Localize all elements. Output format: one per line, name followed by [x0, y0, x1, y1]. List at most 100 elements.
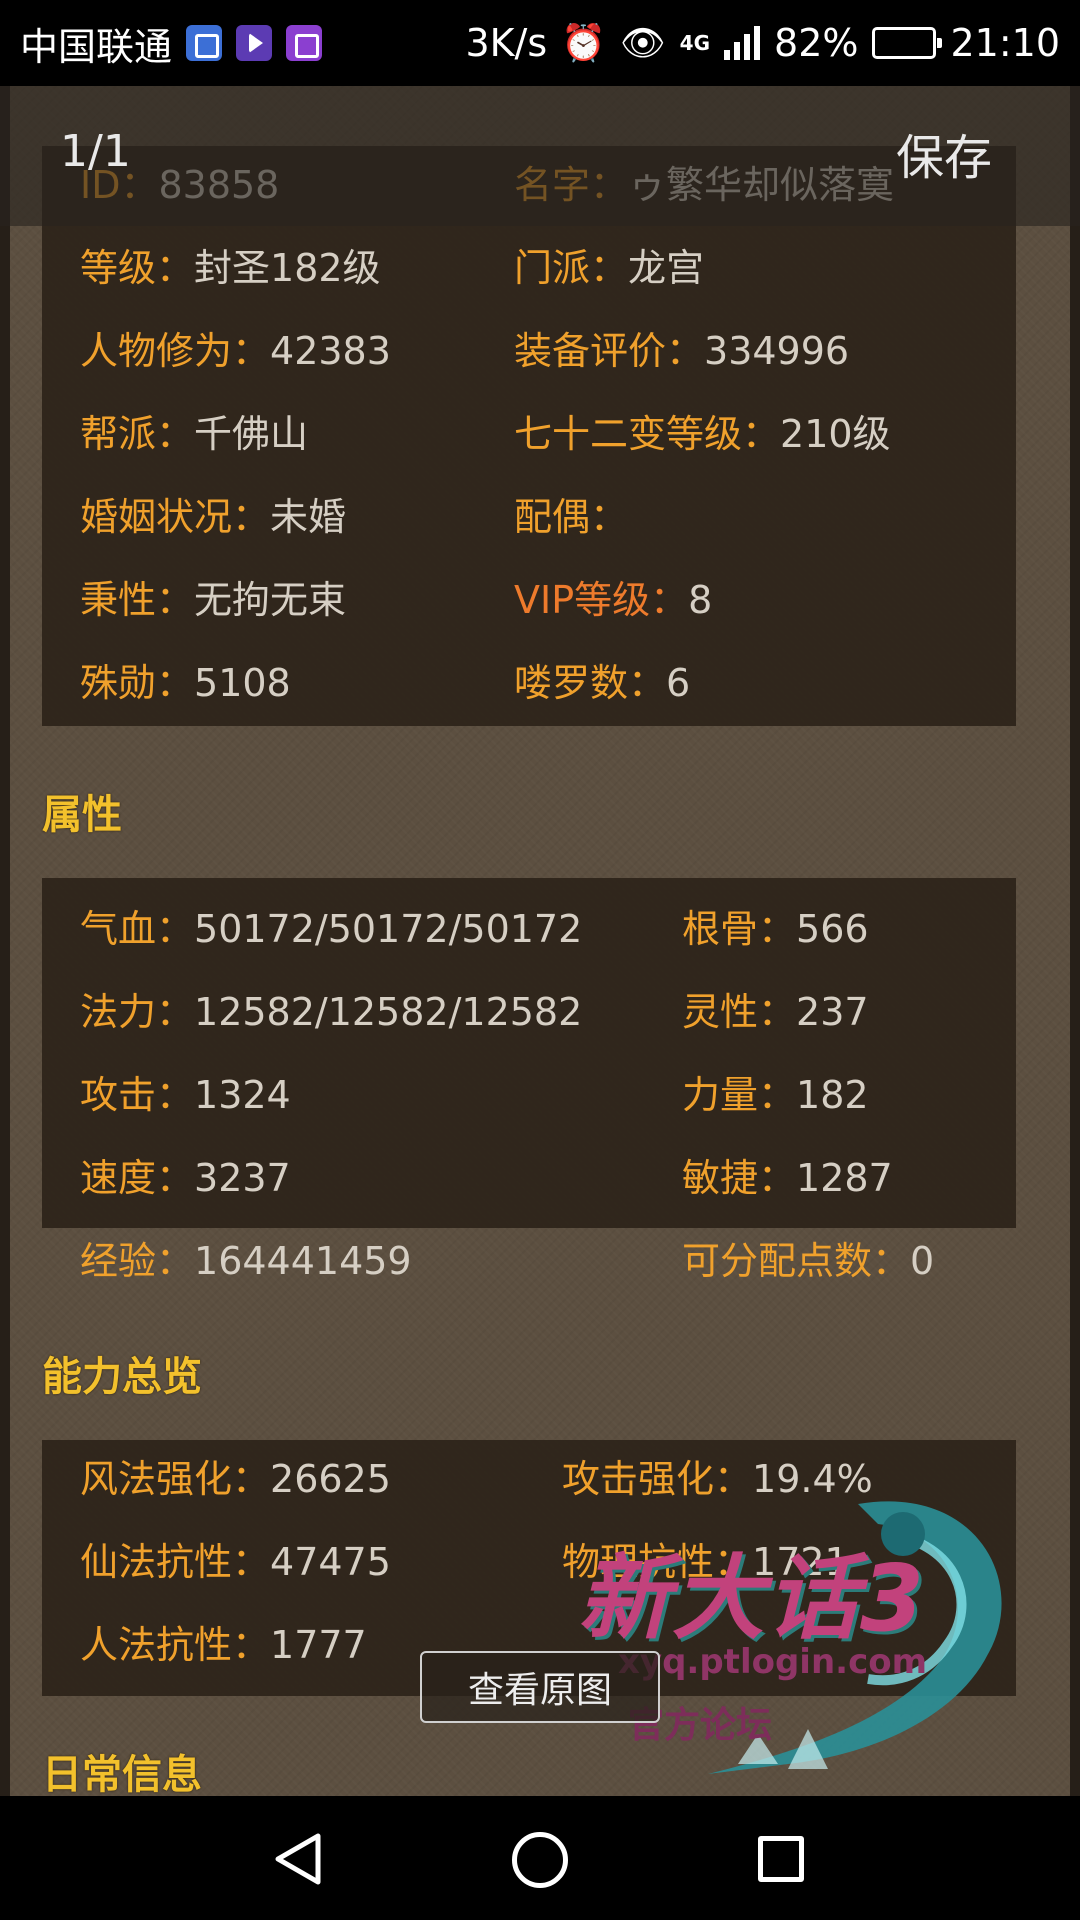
attribute-field-value: 50172/50172/50172: [194, 907, 583, 951]
basic-info-field-value: 无拘无束: [194, 578, 347, 622]
basic-info-field-right: 七十二变等级：210级: [514, 403, 891, 458]
basic-info-field-label: 人物修为：: [80, 329, 271, 373]
basic-info-panel: ID：83858名字：ゥ繁华却似落寞等级：封圣182级门派：龙宫人物修为：423…: [42, 146, 1016, 726]
attribute-field-label: 可分配点数：: [682, 1239, 911, 1283]
basic-info-field-value: 未婚: [270, 495, 347, 539]
ability-field-value: 1777: [270, 1623, 367, 1667]
basic-info-field-label: VIP等级：: [514, 578, 689, 622]
carrier-label: 中国联通: [20, 24, 173, 69]
basic-info-field-value: 334996: [704, 329, 850, 373]
watermark-title: 新大话3: [578, 1545, 927, 1652]
attribute-field-right: 力量：182: [682, 1064, 869, 1119]
attribute-field-right: 根骨：566: [682, 898, 869, 953]
basic-info-field-left: 婚姻状况：未婚: [80, 486, 346, 541]
ability-field-left: 仙法抗性：47475: [80, 1531, 391, 1586]
basic-info-field-left: 帮派：千佛山: [80, 403, 308, 458]
status-right: 3K/s ⏰ 👁 4G 82% 21:10: [465, 21, 1060, 65]
attribute-field-value: 182: [796, 1073, 869, 1117]
image-viewer[interactable]: ID：83858名字：ゥ繁华却似落寞等级：封圣182级门派：龙宫人物修为：423…: [0, 86, 1080, 1796]
alarm-icon: ⏰: [561, 23, 606, 64]
status-bar: 中国联通 3K/s ⏰ 👁 4G 82% 21:10: [0, 0, 1080, 86]
basic-info-field-value: 42383: [270, 329, 391, 373]
character-info-background: ID：83858名字：ゥ繁华却似落寞等级：封圣182级门派：龙宫人物修为：423…: [10, 86, 1070, 1796]
basic-info-field-value: 封圣182级: [194, 246, 381, 290]
basic-info-field-label: 殊勋：: [80, 661, 195, 705]
attribute-field-label: 敏捷：: [682, 1156, 797, 1200]
attribute-field-value: 1324: [194, 1073, 291, 1117]
basic-info-field-label: 装备评价：: [514, 329, 705, 373]
attribute-field-left: 气血：50172/50172/50172: [80, 898, 582, 953]
attribute-field-value: 237: [796, 990, 869, 1034]
basic-info-field-value: 5108: [194, 661, 291, 705]
basic-info-field-right: 装备评价：334996: [514, 320, 849, 375]
basic-info-field-left: 秉性：无拘无束: [80, 569, 346, 624]
basic-info-field-left: 殊勋：5108: [80, 652, 291, 707]
battery-percent: 82%: [774, 21, 859, 65]
basic-info-field-label: 秉性：: [80, 578, 195, 622]
attribute-field-label: 根骨：: [682, 907, 797, 951]
attribute-field-left: 经验：164441459: [80, 1230, 412, 1285]
basic-info-field-label: 配偶：: [514, 495, 629, 539]
attribute-field-label: 攻击：: [80, 1073, 195, 1117]
basic-info-field-label: 喽罗数：: [514, 661, 667, 705]
attribute-field-right: 可分配点数：0: [682, 1230, 934, 1285]
attribute-field-right: 敏捷：1287: [682, 1147, 893, 1202]
ability-field-label: 仙法抗性：: [80, 1540, 271, 1584]
navigation-bar: [0, 1796, 1080, 1920]
ability-section-title: 能力总览: [42, 1354, 202, 1400]
attribute-field-value: 1287: [796, 1156, 893, 1200]
basic-info-field-label: 等级：: [80, 246, 195, 290]
daily-section-title: 日常信息: [42, 1752, 202, 1796]
home-icon[interactable]: [512, 1832, 568, 1888]
basic-info-field-value: 龙宫: [628, 246, 705, 290]
basic-info-field-left: 等级：封圣182级: [80, 237, 381, 292]
basic-info-field-right: VIP等级：8: [514, 569, 712, 624]
attribute-field-value: 566: [796, 907, 869, 951]
signal-strength-icon: [724, 26, 761, 60]
network-type-badge: 4G: [679, 31, 711, 55]
basic-info-field-label: 门派：: [514, 246, 629, 290]
page-counter: 1/1: [60, 126, 131, 177]
clock: 21:10: [950, 21, 1060, 65]
attribute-field-left: 法力：12582/12582/12582: [80, 981, 582, 1036]
ability-field-left: 人法抗性：1777: [80, 1614, 367, 1669]
save-button[interactable]: 保存: [896, 118, 992, 188]
status-left: 中国联通: [20, 16, 323, 71]
keyboard-app-icon: [286, 25, 323, 61]
attribute-field-value: 164441459: [194, 1239, 412, 1283]
watermark-url: xyq.ptlogin.com: [618, 1642, 928, 1682]
attribute-field-label: 经验：: [80, 1239, 195, 1283]
eye-icon: 👁: [619, 23, 666, 64]
health-app-icon: [186, 25, 223, 61]
basic-info-field-value: 8: [688, 578, 713, 622]
ability-field-left: 风法强化：26625: [80, 1448, 391, 1503]
attribute-field-right: 灵性：237: [682, 981, 869, 1036]
attribute-field-label: 气血：: [80, 907, 195, 951]
ability-field-label: 风法强化：: [80, 1457, 271, 1501]
ability-field-value: 26625: [270, 1457, 391, 1501]
attribute-field-label: 力量：: [682, 1073, 797, 1117]
ability-field-value: 47475: [270, 1540, 391, 1584]
basic-info-field-right: 门派：龙宫: [514, 237, 704, 292]
attribute-field-label: 法力：: [80, 990, 195, 1034]
ability-field-label: 人法抗性：: [80, 1623, 271, 1667]
basic-info-field-left: 人物修为：42383: [80, 320, 391, 375]
net-speed: 3K/s: [465, 21, 548, 65]
back-icon[interactable]: [272, 1832, 324, 1886]
game-logo-watermark: 新大话3 xyq.ptlogin.com 官方论坛: [558, 1464, 1038, 1794]
attribute-field-value: 3237: [194, 1156, 291, 1200]
basic-info-field-label: 帮派：: [80, 412, 195, 456]
attribute-field-value: 12582/12582/12582: [194, 990, 583, 1034]
attribute-field-left: 攻击：1324: [80, 1064, 291, 1119]
attribute-field-value: 0: [910, 1239, 935, 1283]
viewer-top-bar: 1/1 保存: [0, 86, 1080, 226]
battery-icon: [872, 27, 943, 59]
basic-info-field-value: 210级: [780, 412, 891, 456]
basic-info-field-right: 喽罗数：6: [514, 652, 690, 707]
attributes-panel: 气血：50172/50172/50172 根骨：566 法力：12582/12582…: [42, 878, 1016, 1283]
basic-info-field-label: 七十二变等级：: [514, 412, 781, 456]
view-original-button[interactable]: 查看原图: [420, 1651, 660, 1723]
attribute-field-label: 速度：: [80, 1156, 195, 1200]
attributes-section-title: 属性: [42, 792, 122, 838]
recent-apps-icon[interactable]: [758, 1836, 804, 1882]
